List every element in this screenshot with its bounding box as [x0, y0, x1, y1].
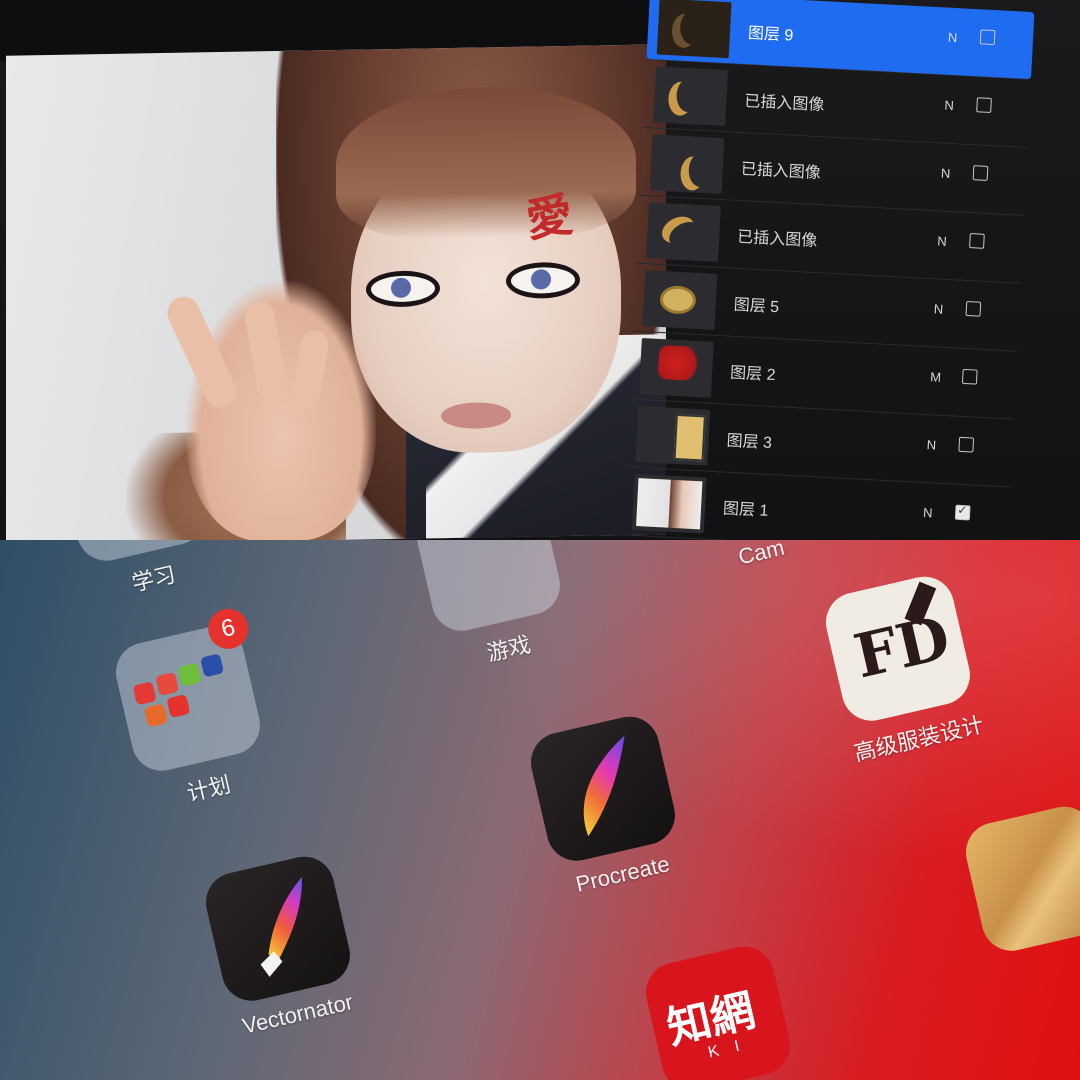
layer-name: 图层 9	[747, 25, 794, 45]
ipad-home-screen: 学习 游戏 Cam 6 计划 FD 高级服装设计 Procreate Vecto…	[0, 540, 1080, 1080]
blend-mode-button[interactable]: N	[923, 505, 933, 520]
layer-name: 已插入图像	[740, 161, 822, 183]
visibility-checkbox[interactable]	[961, 368, 978, 385]
hand	[186, 279, 376, 540]
blend-mode-button[interactable]: N	[941, 165, 951, 180]
layer-thumbnail	[635, 405, 711, 466]
layer-thumbnail	[653, 66, 729, 127]
layer-name: 已插入图像	[736, 228, 818, 251]
blend-mode-button[interactable]: N	[933, 301, 943, 316]
blend-mode-button[interactable]: M	[930, 369, 942, 385]
visibility-checkbox[interactable]	[969, 233, 985, 249]
layer-thumbnail	[656, 0, 732, 59]
layer-name: 图层 3	[726, 432, 773, 452]
visibility-checkbox[interactable]	[976, 97, 992, 114]
layer-thumbnail	[638, 338, 714, 398]
fd-logo-text: FD	[848, 602, 957, 693]
layer-thumbnail	[642, 270, 718, 330]
procreate-screen: 愛 图层 9 N 已插入图像 N 已插入图像 N 已插入图像 N 图层 5 N …	[0, 0, 1080, 540]
blend-mode-button[interactable]: N	[937, 233, 947, 248]
visibility-checkbox[interactable]	[954, 504, 971, 521]
layers-panel: 图层 9 N 已插入图像 N 已插入图像 N 已插入图像 N 图层 5 N 图层…	[621, 0, 1040, 540]
layer-name: 图层 5	[733, 296, 780, 317]
visibility-checkbox[interactable]	[979, 29, 996, 46]
layer-name: 图层 1	[722, 500, 769, 520]
blend-mode-button[interactable]: N	[944, 98, 954, 113]
layer-name: 图层 2	[729, 364, 776, 385]
layer-thumbnail	[631, 473, 707, 534]
blend-mode-button[interactable]: N	[926, 437, 936, 452]
visibility-checkbox[interactable]	[972, 165, 989, 181]
visibility-checkbox[interactable]	[965, 300, 982, 317]
drawing-canvas[interactable]: 愛	[6, 44, 666, 540]
blend-mode-button[interactable]: N	[948, 30, 958, 45]
layer-thumbnail	[646, 202, 721, 262]
forehead-mark: 愛	[522, 186, 576, 248]
layer-thumbnail	[649, 134, 725, 195]
visibility-checkbox[interactable]	[958, 436, 975, 453]
layer-name: 已插入图像	[743, 93, 825, 115]
